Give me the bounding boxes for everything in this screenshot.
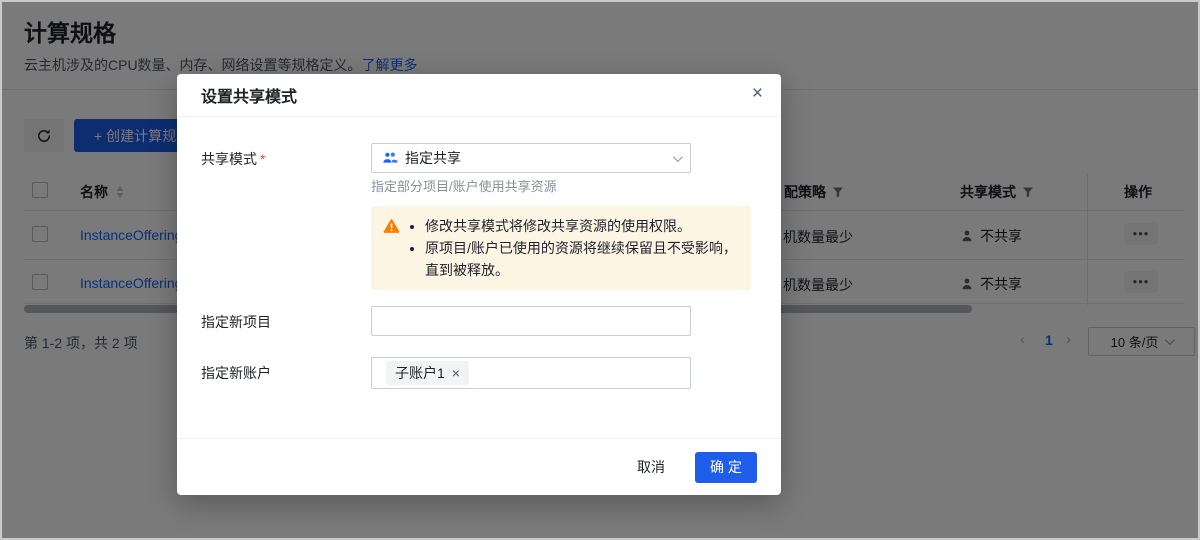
new-project-field: 指定新项目 <box>201 306 757 336</box>
new-project-label: 指定新项目 <box>201 306 371 332</box>
warning-line: 原项目/账户已使用的资源将继续保留且不受影响，直到被释放。 <box>425 237 739 281</box>
share-mode-dialog: 设置共享模式 × 共享模式* <box>177 74 781 495</box>
chevron-down-icon <box>673 152 683 162</box>
warning-alert: 修改共享模式将修改共享资源的使用权限。 原项目/账户已使用的资源将继续保留且不受… <box>371 206 751 290</box>
dialog-body: 共享模式* 指定共享 <box>177 117 781 389</box>
cancel-button[interactable]: 取消 <box>637 457 665 477</box>
new-account-input[interactable]: 子账户1 × <box>371 357 691 389</box>
share-mode-label-text: 共享模式 <box>201 151 257 167</box>
share-mode-label: 共享模式* <box>201 143 371 169</box>
close-icon: × <box>752 83 763 104</box>
app-window: 计算规格 云主机涉及的CPU数量、内存、网络设置等规格定义。了解更多 + 创建计… <box>0 0 1200 540</box>
warning-icon <box>383 215 400 281</box>
warning-list: 修改共享模式将修改共享资源的使用权限。 原项目/账户已使用的资源将继续保留且不受… <box>408 215 739 281</box>
dialog-title: 设置共享模式 <box>201 83 297 107</box>
new-account-field: 指定新账户 子账户1 × <box>201 357 757 389</box>
share-mode-value: 指定共享 <box>405 148 461 168</box>
account-tag-label: 子账户1 <box>395 363 445 383</box>
dialog-header: 设置共享模式 × <box>177 74 781 117</box>
new-project-input[interactable] <box>371 306 691 336</box>
required-asterisk: * <box>260 151 265 167</box>
share-mode-select[interactable]: 指定共享 <box>371 143 691 173</box>
share-mode-field: 共享模式* 指定共享 <box>201 143 757 196</box>
ok-button[interactable]: 确 定 <box>695 452 757 483</box>
dialog-footer: 取消 确 定 <box>177 438 781 495</box>
account-tag: 子账户1 × <box>386 361 469 385</box>
share-mode-helper: 指定部分项目/账户使用共享资源 <box>371 178 691 196</box>
new-account-label: 指定新账户 <box>201 357 371 383</box>
tag-close-icon[interactable]: × <box>452 366 460 380</box>
warning-line: 修改共享模式将修改共享资源的使用权限。 <box>425 215 739 237</box>
users-icon <box>382 150 398 166</box>
close-button[interactable]: × <box>752 84 763 103</box>
